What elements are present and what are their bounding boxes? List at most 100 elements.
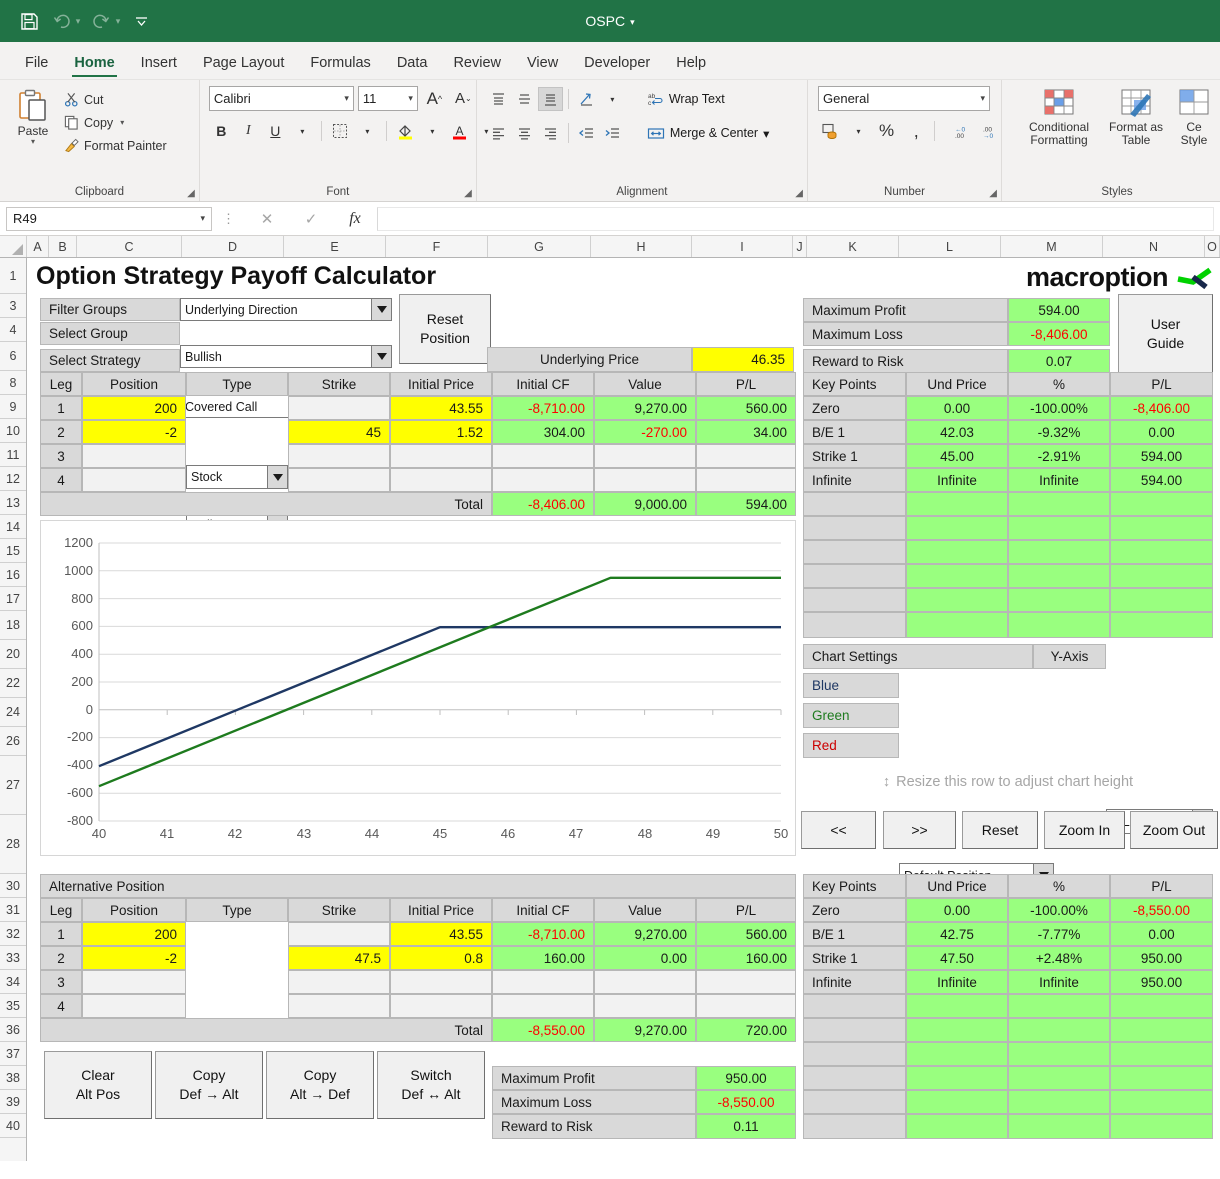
alternative-position-row-4-strike[interactable]	[288, 994, 390, 1018]
copy-alt-to-def-button[interactable]: Copy Alt → Def	[266, 1051, 374, 1119]
tab-view[interactable]: View	[514, 51, 571, 79]
column-header-A[interactable]: A	[27, 236, 49, 257]
underline-icon[interactable]: U	[263, 119, 288, 143]
row-header-11[interactable]: 11	[0, 443, 26, 467]
increase-indent-icon[interactable]	[600, 121, 625, 145]
document-title-caret-icon[interactable]: ▾	[630, 17, 635, 27]
row-header-35[interactable]: 35	[0, 994, 26, 1018]
row-header-38[interactable]: 38	[0, 1066, 26, 1090]
default-position-row-4-initial-price[interactable]	[390, 468, 492, 492]
alternative-position-row-3-initial-price[interactable]	[390, 970, 492, 994]
select-group-chevron-down-icon[interactable]	[371, 346, 391, 367]
comma-style-icon[interactable]: ,	[902, 119, 927, 143]
column-header-N[interactable]: N	[1103, 236, 1205, 257]
default-position-row-3-position[interactable]	[82, 444, 186, 468]
paste-button[interactable]: Paste ▾	[6, 86, 60, 146]
select-all-corner[interactable]	[0, 236, 27, 257]
cell-styles-button[interactable]: Ce Style	[1174, 86, 1214, 146]
chart-nav-next-button[interactable]: >>	[883, 811, 956, 849]
default-position-row-1-type-dropdown[interactable]: Stock	[186, 465, 288, 489]
font-name-chevron-down-icon[interactable]: ▾	[341, 93, 349, 104]
row-header-13[interactable]: 13	[0, 491, 26, 515]
font-dialog-launcher-icon[interactable]: ◢	[464, 188, 472, 199]
row-header-17[interactable]: 17	[0, 587, 26, 611]
row-header-4[interactable]: 4	[0, 318, 26, 342]
alternative-position-row-2-strike[interactable]: 47.5	[288, 946, 390, 970]
row-header-36[interactable]: 36	[0, 1018, 26, 1042]
number-format-combo[interactable]: General ▾	[818, 86, 990, 111]
column-header-O[interactable]: O	[1205, 236, 1220, 257]
insert-function-icon[interactable]: fx	[333, 210, 377, 228]
merge-center-button[interactable]: Merge & Center ▾	[643, 120, 774, 146]
select-group-dropdown[interactable]: Bullish	[180, 345, 392, 368]
tab-insert[interactable]: Insert	[128, 51, 190, 79]
row-header-39[interactable]: 39	[0, 1090, 26, 1114]
number-format-chevron-down-icon[interactable]: ▾	[977, 93, 985, 104]
fill-color-icon[interactable]	[393, 119, 418, 143]
default-position-row-1-type-chevron-down-icon[interactable]	[267, 466, 287, 488]
row-header-28[interactable]: 28	[0, 815, 26, 874]
filter-groups-chevron-down-icon[interactable]	[371, 299, 391, 320]
row-header-31[interactable]: 31	[0, 898, 26, 922]
row-header-14[interactable]: 14	[0, 515, 26, 539]
default-position-row-1-position[interactable]: 200	[82, 396, 186, 420]
column-header-G[interactable]: G	[488, 236, 591, 257]
name-box-chevron-down-icon[interactable]: ▾	[200, 213, 205, 224]
font-size-chevron-down-icon[interactable]: ▾	[405, 93, 413, 104]
alternative-position-row-1-position[interactable]: 200	[82, 922, 186, 946]
borders-icon[interactable]	[328, 119, 353, 143]
chart-nav-zoom-out-button[interactable]: Zoom Out	[1130, 811, 1218, 849]
switch-def-alt-button[interactable]: Switch Def ↔ Alt	[377, 1051, 485, 1119]
customize-quick-access-toolbar-icon[interactable]	[126, 6, 156, 36]
row-header-3[interactable]: 3	[0, 294, 26, 318]
redo-dropdown-icon[interactable]: ▾	[112, 16, 124, 27]
chart-nav-zoom-in-button[interactable]: Zoom In	[1044, 811, 1125, 849]
tab-help[interactable]: Help	[663, 51, 719, 79]
row-header-22[interactable]: 22	[0, 669, 26, 698]
row-header-20[interactable]: 20	[0, 640, 26, 669]
filter-groups-dropdown[interactable]: Underlying Direction	[180, 298, 392, 321]
accounting-format-icon[interactable]	[818, 119, 843, 143]
enter-entry-icon[interactable]: ✓	[289, 210, 333, 228]
row-header-9[interactable]: 9	[0, 395, 26, 419]
row-header-10[interactable]: 10	[0, 419, 26, 443]
cut-button[interactable]: Cut	[60, 89, 171, 110]
align-center-icon[interactable]	[512, 121, 537, 145]
font-color-icon[interactable]: A	[447, 119, 472, 143]
row-header-24[interactable]: 24	[0, 698, 26, 727]
row-header-33[interactable]: 33	[0, 946, 26, 970]
align-middle-icon[interactable]	[512, 87, 537, 111]
default-position-row-2-strike[interactable]: 45	[288, 420, 390, 444]
tab-review[interactable]: Review	[440, 51, 514, 79]
fill-color-dropdown-icon[interactable]: ▾	[420, 119, 445, 143]
default-position-row-4-position[interactable]	[82, 468, 186, 492]
orientation-dropdown-icon[interactable]: ▾	[600, 87, 625, 111]
tab-file[interactable]: File	[12, 51, 61, 79]
underline-dropdown-icon[interactable]: ▾	[290, 119, 315, 143]
font-size-combo[interactable]: 11 ▾	[357, 86, 418, 111]
row-header-12[interactable]: 12	[0, 467, 26, 491]
tab-developer[interactable]: Developer	[571, 51, 663, 79]
copy-button[interactable]: Copy ▾	[60, 112, 171, 133]
orientation-icon[interactable]	[574, 87, 599, 111]
row-header-8[interactable]: 8	[0, 371, 26, 395]
decrease-decimal-icon[interactable]: .00 →0	[970, 119, 995, 143]
tab-home[interactable]: Home	[61, 51, 127, 79]
column-header-C[interactable]: C	[77, 236, 182, 257]
conditional-formatting-button[interactable]: Conditional Formatting	[1020, 86, 1098, 146]
column-header-J[interactable]: J	[793, 236, 807, 257]
chart-nav-reset-button[interactable]: Reset	[962, 811, 1038, 849]
row-header-27[interactable]: 27	[0, 756, 26, 815]
clear-alt-pos-button[interactable]: Clear Alt Pos	[44, 1051, 152, 1119]
wrap-text-button[interactable]: ab c Wrap Text	[643, 86, 729, 112]
alternative-position-row-2-initial-price[interactable]: 0.8	[390, 946, 492, 970]
paste-dropdown-icon[interactable]: ▾	[31, 137, 35, 146]
column-header-L[interactable]: L	[899, 236, 1001, 257]
alternative-position-row-3-strike[interactable]	[288, 970, 390, 994]
tab-formulas[interactable]: Formulas	[297, 51, 383, 79]
merge-center-dropdown-icon[interactable]: ▾	[763, 126, 769, 141]
row-header-15[interactable]: 15	[0, 539, 26, 563]
accounting-format-dropdown-icon[interactable]: ▾	[846, 119, 871, 143]
column-header-M[interactable]: M	[1001, 236, 1103, 257]
payoff-chart[interactable]: 1200 1000 800 600 400 200 0 -200 -400 -6…	[40, 520, 796, 856]
